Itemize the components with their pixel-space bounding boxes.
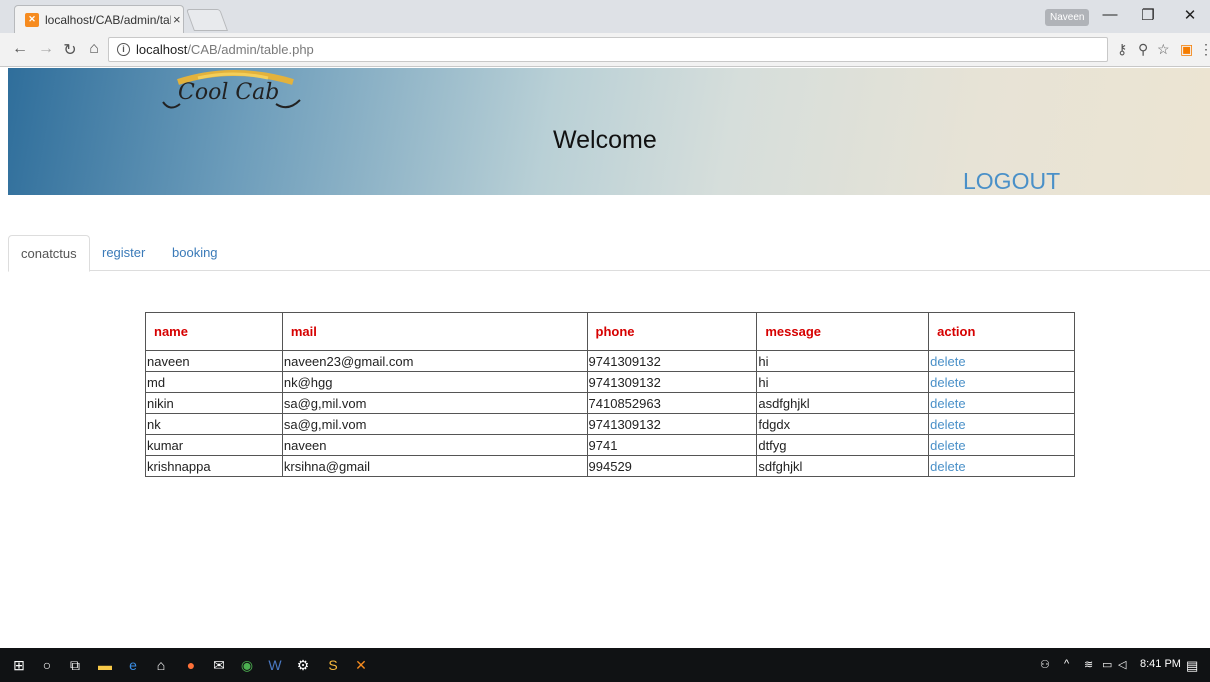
cell-mail: nk@hgg — [281, 371, 588, 393]
word-icon[interactable]: W — [264, 654, 286, 676]
cell-message: hi — [756, 371, 930, 393]
xampp-favicon-icon: ✕ — [25, 12, 39, 27]
header-banner: Cool Cab Welcome LOGOUT — [8, 68, 1210, 195]
battery-icon[interactable]: ▭ — [1102, 658, 1112, 671]
delete-link[interactable]: delete — [928, 455, 1075, 477]
restore-icon[interactable]: ❐ — [1133, 6, 1163, 24]
delete-link[interactable]: delete — [928, 392, 1075, 414]
xampp-icon[interactable]: ✕ — [350, 654, 372, 676]
logo-text: Cool Cab — [178, 80, 280, 105]
delete-link[interactable]: delete — [928, 371, 1075, 393]
browser-tabstrip: ✕ localhost/CAB/admin/tab × Naveen — ❐ ✕ — [0, 0, 1210, 33]
cell-message: fdgdx — [756, 413, 930, 435]
chrome-icon[interactable]: ◉ — [236, 654, 258, 676]
url-host: localhost — [136, 42, 188, 57]
cell-phone: 9741309132 — [586, 371, 758, 393]
settings-gear-icon[interactable]: ⚙ — [292, 654, 314, 676]
cell-message: hi — [756, 350, 930, 372]
forward-icon[interactable]: → — [36, 40, 56, 58]
extension-icon[interactable]: ▣ — [1180, 41, 1193, 58]
cell-mail: naveen — [281, 434, 588, 456]
tab-booking[interactable]: booking — [160, 235, 230, 271]
zoom-icon[interactable]: ⚲ — [1138, 41, 1148, 58]
delete-link[interactable]: delete — [928, 413, 1075, 435]
cell-mail: sa@g,mil.vom — [281, 392, 588, 414]
profile-button[interactable]: Naveen — [1045, 9, 1090, 26]
new-tab-button[interactable] — [185, 9, 229, 31]
cell-mail: sa@g,mil.vom — [281, 413, 588, 435]
cell-name: nk — [145, 413, 283, 435]
table-header-row: name mail phone message action — [145, 312, 1075, 351]
bookmark-star-icon[interactable]: ☆ — [1157, 41, 1170, 58]
cell-message: dtfyg — [756, 434, 930, 456]
column-header-message: message — [756, 312, 930, 351]
tray-chevron-icon[interactable]: ^ — [1064, 658, 1069, 670]
menu-icon[interactable]: ⋮ — [1199, 41, 1210, 58]
volume-icon[interactable]: ◁ — [1118, 658, 1126, 671]
nav-tabs: conatctus register booking — [8, 235, 1210, 272]
table-row: kumar naveen 9741 dtfyg delete — [145, 434, 1075, 456]
cell-mail: naveen23@gmail.com — [281, 350, 588, 372]
cell-phone: 994529 — [586, 455, 758, 477]
tab-title: localhost/CAB/admin/tab — [45, 12, 171, 27]
sublime-icon[interactable]: S — [322, 654, 344, 676]
cell-mail: krsihna@gmail — [281, 455, 588, 477]
cell-name: kumar — [145, 434, 283, 456]
browser-toolbar: ← → ↻ ⌂ i localhost/CAB/admin/table.php … — [0, 33, 1210, 67]
firefox-icon[interactable]: ● — [180, 654, 202, 676]
cell-name: krishnappa — [145, 455, 283, 477]
address-bar[interactable]: i localhost/CAB/admin/table.php — [108, 37, 1108, 62]
notifications-icon[interactable]: ▤ — [1186, 658, 1198, 674]
close-window-icon[interactable]: ✕ — [1175, 6, 1205, 24]
table-row: naveen naveen23@gmail.com 9741309132 hi … — [145, 350, 1075, 372]
cell-phone: 9741 — [586, 434, 758, 456]
back-icon[interactable]: ← — [10, 40, 30, 58]
contacts-table: name mail phone message action naveen na… — [145, 312, 1075, 477]
cell-message: asdfghjkl — [756, 392, 930, 414]
page-content: Cool Cab Welcome LOGOUT conatctus regist… — [0, 68, 1210, 648]
cool-cab-logo: Cool Cab — [158, 70, 308, 115]
table-row: md nk@hgg 9741309132 hi delete — [145, 371, 1075, 393]
cell-phone: 7410852963 — [586, 392, 758, 414]
minimize-icon[interactable]: — — [1095, 6, 1125, 23]
table-row: nikin sa@g,mil.vom 7410852963 asdfghjkl … — [145, 392, 1075, 414]
mail-icon[interactable]: ✉ — [208, 654, 230, 676]
url-path: /CAB/admin/table.php — [187, 42, 314, 57]
home-icon[interactable]: ⌂ — [84, 40, 104, 58]
browser-tab[interactable]: ✕ localhost/CAB/admin/tab × — [14, 5, 184, 33]
column-header-action: action — [928, 312, 1075, 351]
file-explorer-icon[interactable]: ▬ — [94, 654, 116, 676]
info-icon[interactable]: i — [117, 43, 130, 56]
reload-icon[interactable]: ↻ — [60, 40, 80, 60]
people-icon[interactable]: ⚇ — [1040, 658, 1050, 671]
task-view-icon[interactable]: ⧉ — [64, 654, 86, 676]
cell-phone: 9741309132 — [586, 350, 758, 372]
cell-message: sdfghjkl — [756, 455, 930, 477]
table-row: krishnappa krsihna@gmail 994529 sdfghjkl… — [145, 455, 1075, 477]
tab-close-icon[interactable]: × — [173, 12, 181, 27]
column-header-mail: mail — [281, 312, 588, 351]
column-header-name: name — [145, 312, 283, 351]
delete-link[interactable]: delete — [928, 434, 1075, 456]
delete-link[interactable]: delete — [928, 350, 1075, 372]
logout-link[interactable]: LOGOUT — [963, 168, 1060, 195]
key-icon[interactable]: ⚷ — [1117, 41, 1127, 58]
cell-phone: 9741309132 — [586, 413, 758, 435]
cell-name: nikin — [145, 392, 283, 414]
wifi-icon[interactable]: ≋ — [1084, 658, 1093, 671]
cell-name: naveen — [145, 350, 283, 372]
cell-name: md — [145, 371, 283, 393]
edge-icon[interactable]: e — [122, 654, 144, 676]
windows-taskbar: ⊞ ○ ⧉ ▬ e ⌂ ● ✉ ◉ W ⚙ S ✕ ⚇ ^ ≋ ▭ ◁ 8:41… — [0, 648, 1210, 682]
tab-conatctus[interactable]: conatctus — [8, 235, 90, 272]
column-header-phone: phone — [586, 312, 758, 351]
table-row: nk sa@g,mil.vom 9741309132 fdgdx delete — [145, 413, 1075, 435]
tab-register[interactable]: register — [90, 235, 157, 271]
clock[interactable]: 8:41 PM — [1140, 658, 1181, 670]
cortana-search-icon[interactable]: ○ — [36, 654, 58, 676]
windows-start-icon[interactable]: ⊞ — [8, 654, 30, 676]
store-icon[interactable]: ⌂ — [150, 654, 172, 676]
welcome-heading: Welcome — [553, 126, 657, 154]
